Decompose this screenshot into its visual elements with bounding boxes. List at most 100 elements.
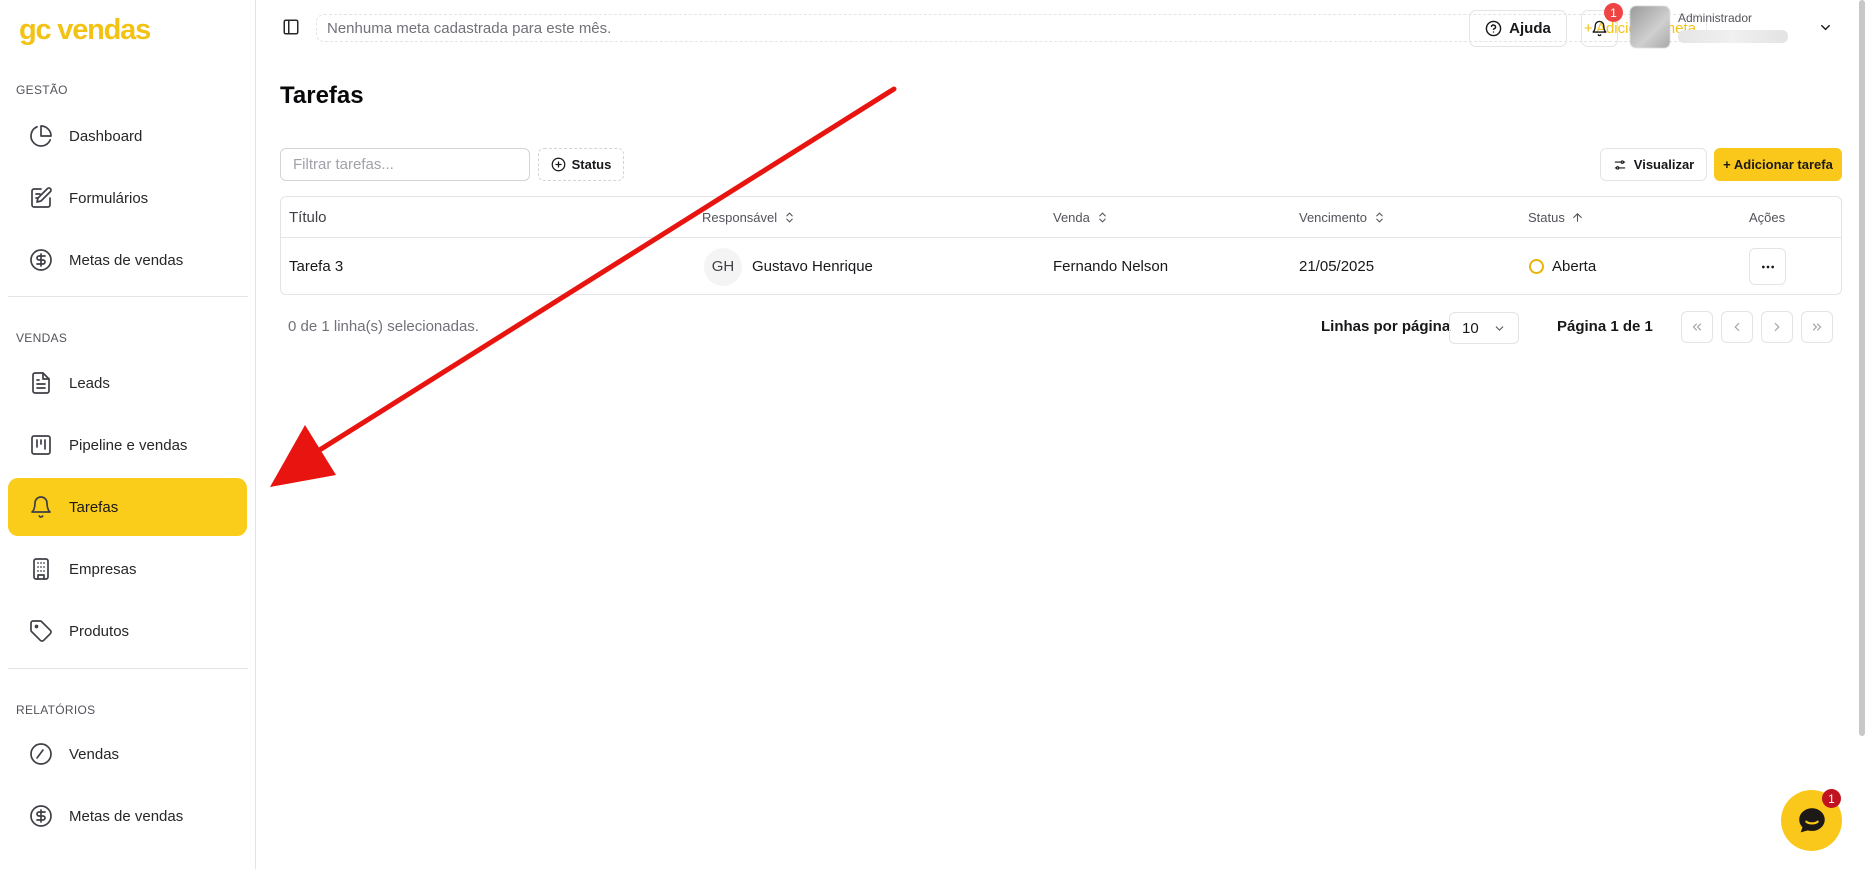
sidebar-item-label: Dashboard — [69, 127, 143, 145]
column-header-status[interactable]: Status — [1528, 197, 1584, 238]
column-header-responsavel[interactable]: Responsável — [702, 197, 796, 238]
sidebar-item-label: Vendas — [69, 745, 120, 763]
cell-assignee: GH Gustavo Henrique — [704, 238, 873, 295]
plus-circle-icon — [551, 157, 565, 172]
document-icon — [29, 371, 53, 395]
assignee-name: Gustavo Henrique — [752, 258, 873, 275]
cell-title: Tarefa 3 — [289, 258, 344, 275]
chevrons-right-icon — [1812, 323, 1822, 331]
previous-page-button[interactable] — [1721, 311, 1753, 343]
dollar-circle-icon — [29, 804, 53, 828]
status-filter-label: Status — [571, 157, 612, 172]
chevron-down-icon[interactable] — [1818, 20, 1833, 35]
goal-text: Nenhuma meta cadastrada para este mês. — [327, 19, 612, 37]
sort-icon — [786, 212, 793, 223]
notification-badge: 1 — [1604, 3, 1623, 22]
sidebar-item-label: Formulários — [69, 189, 149, 207]
app-logo[interactable]: gc vendas — [19, 14, 151, 47]
status-label: Aberta — [1552, 258, 1597, 275]
sidebar-item-label: Metas de vendas — [69, 807, 184, 825]
first-page-button[interactable] — [1681, 311, 1713, 343]
table-row[interactable]: Tarefa 3 GH Gustavo Henrique Fernando Ne… — [281, 238, 1841, 295]
sidebar-item-label: Empresas — [69, 560, 137, 578]
building-icon — [29, 557, 53, 581]
app-root: gc vendas GESTÃO Dashboard Formulários M… — [0, 0, 1865, 869]
page-info: Página 1 de 1 — [1557, 318, 1653, 335]
table-header: Título Responsável Venda Vencimento Stat… — [281, 197, 1841, 238]
last-page-button[interactable] — [1801, 311, 1833, 343]
user-role: Administrador — [1678, 11, 1753, 25]
chat-unread-badge: 1 — [1822, 789, 1841, 808]
column-header-acoes: Ações — [1749, 210, 1786, 225]
sidebar-item-relatorio-vendas[interactable]: Vendas — [8, 725, 247, 783]
selected-rows-count: 0 de 1 linha(s) selecionadas. — [288, 318, 479, 335]
sidebar-item-tarefas[interactable]: Tarefas — [8, 478, 247, 536]
assignee-avatar: GH — [704, 247, 742, 286]
rows-per-page-select[interactable]: 10 — [1449, 312, 1519, 344]
sidebar-item-relatorio-metas[interactable]: Metas de vendas — [8, 787, 247, 845]
section-label-gestao: GESTÃO — [16, 83, 68, 97]
row-actions-button[interactable] — [1749, 248, 1786, 285]
sidebar-item-metas-de-vendas[interactable]: Metas de vendas — [8, 231, 247, 289]
annotation-arrow — [270, 86, 897, 487]
chevrons-left-icon — [1692, 323, 1702, 331]
add-task-button[interactable]: + Adicionar tarefa — [1714, 148, 1842, 181]
status-open-icon — [1529, 259, 1544, 274]
filter-tasks-input[interactable] — [280, 148, 530, 181]
chevron-right-icon — [1774, 322, 1780, 332]
sidebar-toggle-icon[interactable] — [282, 18, 300, 36]
help-button[interactable]: Ajuda — [1469, 10, 1567, 47]
sidebar-item-label: Pipeline e vendas — [69, 436, 188, 454]
section-label-relatorios: RELATÓRIOS — [16, 703, 96, 717]
tasks-table: Título Responsável Venda Vencimento Stat… — [280, 196, 1842, 295]
gauge-icon — [29, 742, 53, 766]
help-label: Ajuda — [1509, 20, 1551, 37]
cell-sale: Fernando Nelson — [1053, 258, 1169, 275]
rows-per-page-value: 10 — [1462, 319, 1479, 337]
chat-bubble-icon — [1798, 807, 1825, 832]
page-title: Tarefas — [280, 82, 364, 109]
view-options-label: Visualizar — [1633, 157, 1695, 172]
file-edit-icon — [29, 186, 53, 210]
sidebar-item-label: Leads — [69, 374, 110, 392]
dollar-circle-icon — [29, 248, 53, 272]
help-circle-icon — [1485, 20, 1502, 37]
status-filter-button[interactable]: Status — [538, 148, 624, 181]
sidebar-item-leads[interactable]: Leads — [8, 354, 247, 412]
sort-icon — [1099, 212, 1106, 223]
next-page-button[interactable] — [1761, 311, 1793, 343]
user-email-redacted — [1678, 30, 1788, 43]
column-header-vencimento[interactable]: Vencimento — [1299, 197, 1386, 238]
cell-status: Aberta — [1529, 238, 1596, 295]
kanban-icon — [29, 433, 53, 457]
sidebar-item-label: Produtos — [69, 622, 130, 640]
sidebar: gc vendas GESTÃO Dashboard Formulários M… — [0, 0, 256, 869]
more-horizontal-icon — [1761, 265, 1774, 268]
avatar[interactable] — [1630, 6, 1670, 48]
sort-icon — [1376, 212, 1383, 223]
pie-chart-icon — [29, 124, 53, 148]
rows-per-page-label: Linhas por página — [1321, 318, 1451, 335]
scrollbar[interactable] — [1859, 0, 1865, 736]
sidebar-item-pipeline[interactable]: Pipeline e vendas — [8, 416, 247, 474]
cell-due-date: 21/05/2025 — [1299, 258, 1375, 275]
column-header-venda[interactable]: Venda — [1053, 197, 1109, 238]
bell-icon — [29, 495, 53, 519]
sidebar-item-produtos[interactable]: Produtos — [8, 602, 247, 660]
view-options-button[interactable]: Visualizar — [1600, 148, 1707, 181]
sidebar-item-formularios[interactable]: Formulários — [8, 169, 247, 227]
sidebar-item-empresas[interactable]: Empresas — [8, 540, 247, 598]
chevron-left-icon — [1734, 322, 1740, 332]
sidebar-item-label: Tarefas — [69, 498, 119, 516]
sliders-icon — [1614, 159, 1626, 170]
topbar: Nenhuma meta cadastrada para este mês. +… — [256, 0, 1865, 56]
bell-icon — [1592, 20, 1607, 37]
sidebar-item-label: Metas de vendas — [69, 251, 184, 269]
arrow-up-icon — [1573, 212, 1582, 222]
chevron-down-icon — [1495, 325, 1504, 331]
column-header-titulo: Título — [289, 209, 327, 226]
sidebar-divider — [8, 668, 248, 669]
tag-icon — [29, 619, 53, 643]
sidebar-divider — [8, 296, 248, 297]
sidebar-item-dashboard[interactable]: Dashboard — [8, 107, 247, 165]
